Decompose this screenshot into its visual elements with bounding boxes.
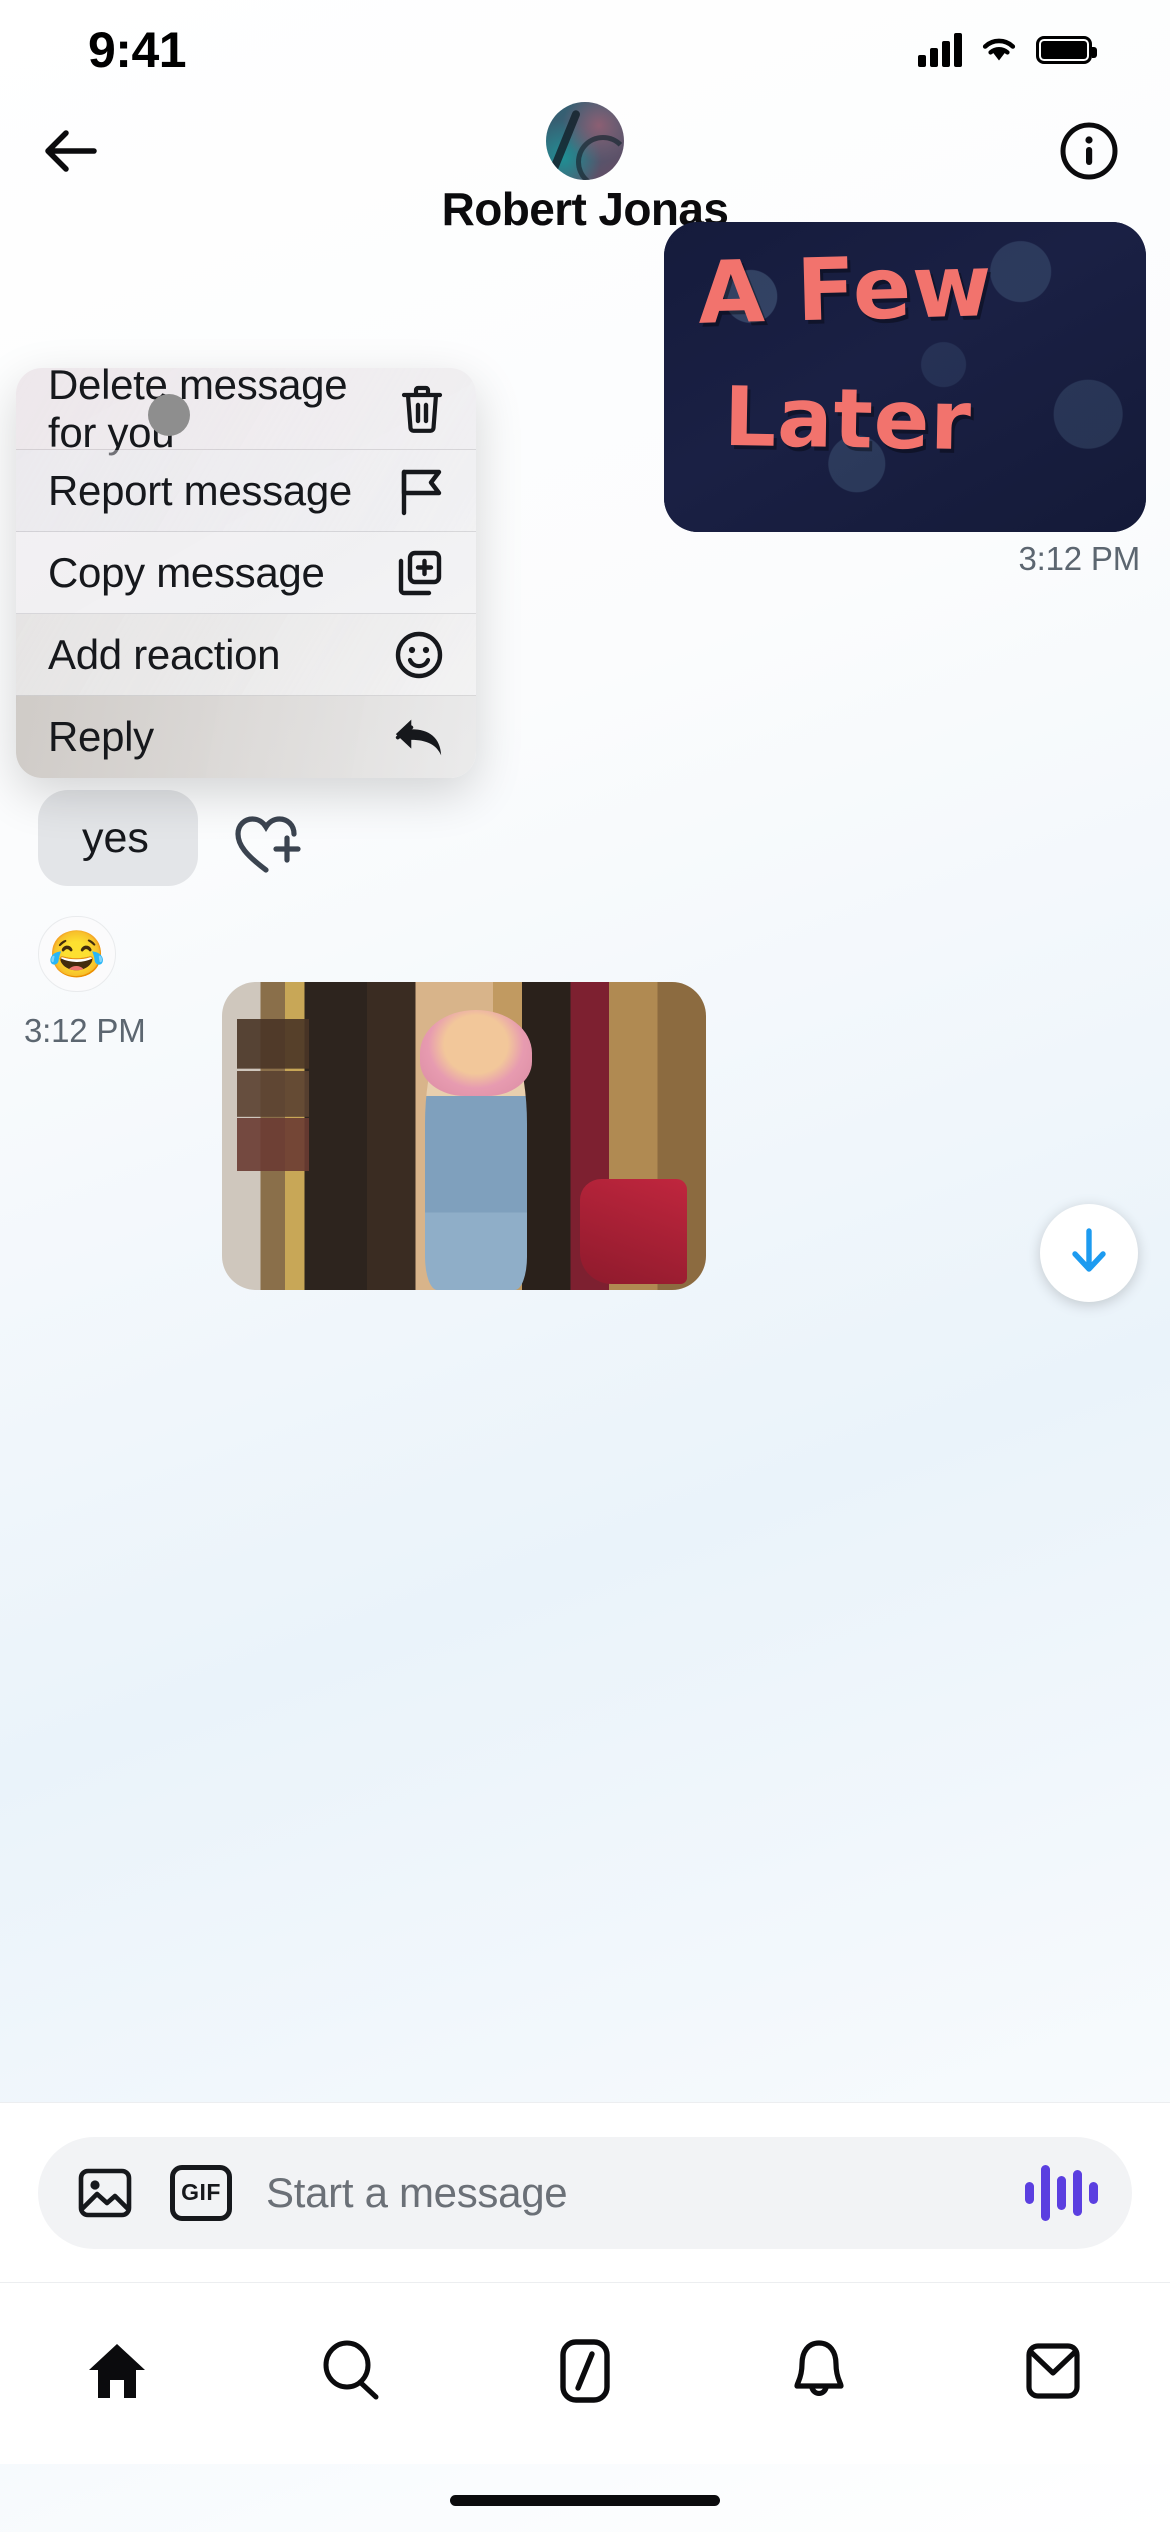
status-time: 9:41 (88, 22, 187, 78)
copy-plus-icon (392, 546, 446, 600)
chat-header: Robert Jonas (0, 100, 1170, 235)
message-timestamp: 3:12 PM (24, 1012, 146, 1049)
message-context-menu[interactable]: Delete message for you Report message Co… (16, 368, 476, 778)
context-menu-label: Copy message (48, 548, 325, 596)
flag-icon (392, 464, 446, 518)
tab-messages[interactable] (936, 2283, 1170, 2464)
image-icon[interactable] (74, 2162, 136, 2224)
meme-text-line2: Later (723, 369, 973, 470)
trash-icon (398, 382, 446, 436)
message-timestamp: 3:12 PM (1018, 540, 1141, 577)
arrow-down-icon (1064, 1225, 1114, 1282)
scroll-to-bottom-button[interactable] (1040, 1204, 1138, 1302)
tab-home[interactable] (0, 2283, 234, 2464)
context-menu-label: Delete message for you (48, 368, 348, 456)
touch-indicator (148, 394, 190, 436)
context-menu-label: Reply (48, 713, 154, 760)
gif-icon-label: GIF (170, 2164, 232, 2221)
meme-text-line1: A Few (696, 236, 994, 344)
message-image-meme[interactable]: A Few Later (664, 222, 1146, 532)
context-menu-item-copy-message[interactable]: Copy message (16, 532, 476, 614)
message-bubble-text[interactable]: yes (38, 790, 198, 886)
message-text: yes (82, 813, 149, 862)
context-menu-label: Add reaction (48, 630, 281, 678)
meme-image: A Few Later (664, 222, 1146, 532)
tab-grok[interactable] (468, 2283, 702, 2464)
tab-search[interactable] (234, 2283, 468, 2464)
battery-icon (1036, 36, 1097, 64)
avatar[interactable] (546, 102, 624, 180)
composer-field[interactable]: GIF Start a message (38, 2136, 1132, 2249)
photo-image (222, 982, 706, 1290)
status-bar: 9:41 (0, 0, 1170, 100)
context-menu-item-add-reaction[interactable]: Add reaction (16, 614, 476, 696)
bottom-tab-bar[interactable] (0, 2282, 1170, 2464)
photo-detail-frames (236, 1018, 310, 1210)
reaction-emoji: 😂 (48, 928, 106, 980)
message-composer[interactable]: GIF Start a message (0, 2102, 1170, 2282)
tab-notifications[interactable] (702, 2283, 936, 2464)
search-icon (318, 2339, 384, 2408)
home-icon (84, 2340, 150, 2407)
back-arrow-icon (42, 127, 100, 180)
reply-arrow-icon (392, 710, 446, 764)
photo-detail-clothing (580, 1179, 687, 1284)
heart-plus-icon[interactable] (232, 810, 304, 876)
cellular-signal-icon (918, 33, 962, 67)
context-menu-item-reply[interactable]: Reply (16, 696, 476, 778)
avatar-image (546, 102, 624, 180)
chat-screen: 9:41 Robert Jonas A Few Later 3:12 PM ye… (0, 0, 1170, 2532)
audio-waveform-icon[interactable] (1025, 2163, 1098, 2223)
grok-icon (556, 2338, 614, 2409)
home-indicator (450, 2495, 720, 2506)
status-indicators (918, 32, 1097, 69)
photo-detail-hair (420, 1009, 532, 1096)
bell-icon (788, 2338, 850, 2409)
context-menu-item-report-message[interactable]: Report message (16, 450, 476, 532)
message-input-placeholder[interactable]: Start a message (266, 2169, 991, 2217)
mail-icon (1021, 2340, 1085, 2407)
gif-icon[interactable]: GIF (170, 2162, 232, 2224)
context-menu-item-delete-message[interactable]: Delete message for you (16, 368, 476, 456)
wifi-icon (978, 32, 1020, 69)
context-menu-label: Report message (48, 466, 352, 514)
message-reaction[interactable]: 😂 (38, 916, 116, 992)
message-image-photo[interactable] (222, 982, 706, 1290)
smiley-icon (392, 628, 446, 682)
info-circle-icon (1058, 120, 1120, 187)
